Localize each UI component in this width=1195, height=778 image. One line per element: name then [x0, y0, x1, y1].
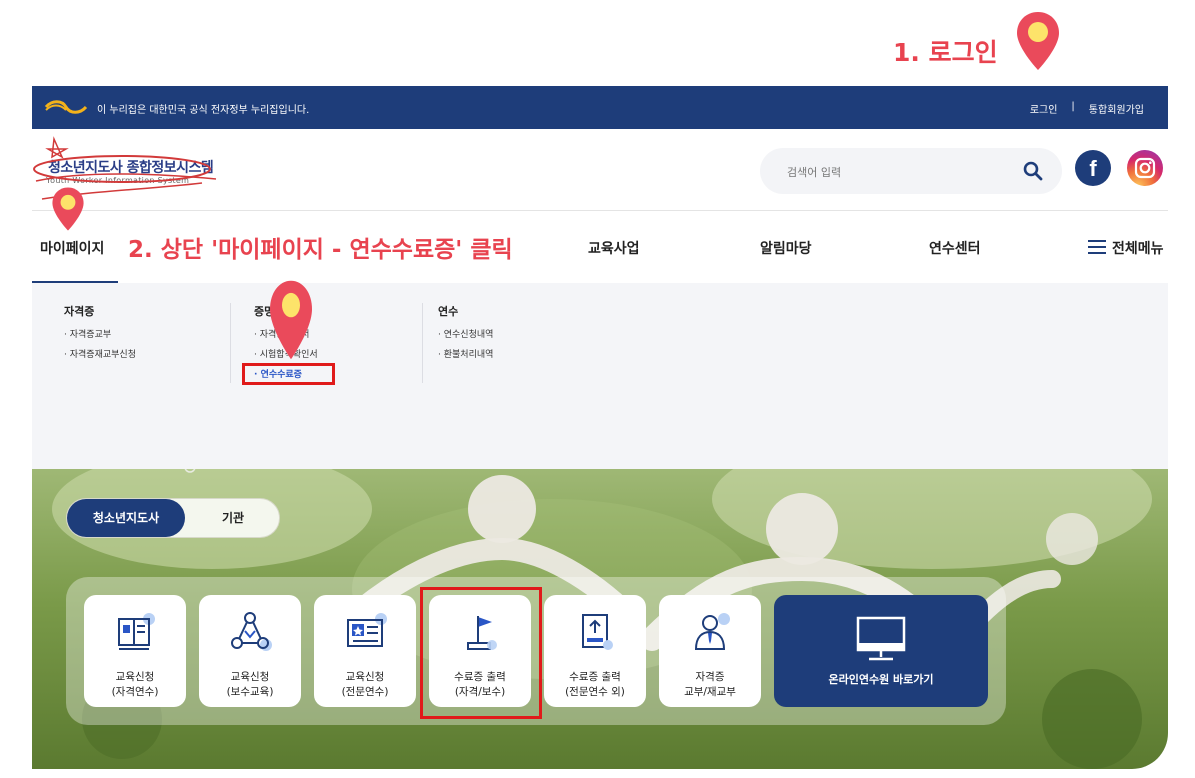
step-1-annotation: 1. 로그인 — [893, 38, 998, 67]
nav-item-training-center[interactable]: 연수센터 — [929, 238, 981, 258]
instagram-icon[interactable] — [1127, 150, 1163, 186]
step-2-annotation: 2. 상단 '마이페이지 - 연수수료증' 클릭 — [125, 230, 516, 264]
highlight-box — [242, 363, 335, 385]
quick-link-line2: 교부/재교부 — [684, 686, 736, 698]
quick-link-line2: (전문연수 외) — [565, 686, 625, 698]
online-training-center-button[interactable]: 온라인연수원 바로가기 — [774, 595, 988, 707]
dropdown-column-license: 자격증 · 자격증교부 · 자격증재교부신청 — [64, 303, 136, 367]
network-icon — [231, 612, 272, 651]
location-pin-icon — [270, 280, 312, 360]
upload-doc-icon — [582, 614, 613, 650]
person-tie-icon — [694, 613, 730, 650]
all-menu-label: 전체메뉴 — [1112, 241, 1164, 257]
location-pin-icon — [1017, 12, 1059, 70]
quick-link-line1: 수료증 출력 — [569, 671, 621, 683]
quick-link-qualification-training[interactable]: 교육신청 (자격연수) — [84, 595, 186, 707]
menu-item-training-history[interactable]: · 연수신청내역 — [438, 327, 493, 340]
quick-link-line1: 교육신청 — [345, 671, 385, 683]
online-training-center-label: 온라인연수원 바로가기 — [828, 673, 934, 686]
facebook-icon[interactable]: f — [1075, 150, 1111, 186]
dropdown-column-title: 자격증 — [64, 305, 95, 318]
quick-link-line2: (전문연수) — [341, 686, 389, 698]
government-notice: 이 누리집은 대한민국 공식 전자정부 누리집입니다. — [97, 105, 310, 116]
search-input[interactable]: 검색어 입력 — [787, 164, 841, 180]
dropdown-column-training: 연수 · 연수신청내역 · 환불처리내역 — [438, 303, 493, 367]
monitor-icon — [856, 616, 906, 661]
quick-link-line2: (자격연수) — [111, 686, 159, 698]
toggle-youth-worker[interactable]: 청소년지도사 — [67, 499, 185, 537]
egovernment-logo-icon — [44, 100, 88, 114]
hero-pager-indicator[interactable] — [68, 469, 198, 475]
all-menu-button[interactable]: 전체메뉴 — [1088, 238, 1164, 258]
menu-item-license-reissue[interactable]: · 자격증재교부신청 — [64, 347, 136, 360]
search-bar[interactable]: 검색어 입력 — [760, 148, 1062, 194]
hero-section: 청소년지도사 기관 교육신청 (자격연수) 교육신청 (보수교육) 교육신청 (… — [32, 469, 1168, 769]
quick-link-line2: (보수교육) — [226, 686, 274, 698]
quick-link-line1: 교육신청 — [230, 671, 270, 683]
nav-item-education[interactable]: 교육사업 — [588, 238, 640, 258]
column-divider — [422, 303, 423, 383]
dropdown-column-title: 연수 — [438, 305, 459, 318]
quick-link-license-issue[interactable]: 자격증 교부/재교부 — [659, 595, 761, 707]
login-link[interactable]: 로그인 — [1030, 101, 1058, 116]
quick-link-line1: 자격증 — [695, 671, 725, 683]
user-type-toggle[interactable]: 청소년지도사 기관 — [66, 498, 280, 538]
page: 1. 로그인 이 누리집은 대한민국 공식 전자정부 누리집입니다. 로그인 |… — [0, 0, 1195, 778]
quick-link-certificate-print-professional[interactable]: 수료증 출력 (전문연수 외) — [544, 595, 646, 707]
certificate-star-icon — [347, 613, 387, 647]
government-banner: 이 누리집은 대한민국 공식 전자정부 누리집입니다. 로그인 | 통합회원가입 — [32, 86, 1168, 129]
hamburger-icon — [1088, 240, 1106, 254]
quick-link-maintenance-training[interactable]: 교육신청 (보수교육) — [199, 595, 301, 707]
highlight-box — [420, 587, 542, 719]
column-divider — [230, 303, 231, 383]
menu-item-license-issue[interactable]: · 자격증교부 — [64, 327, 136, 340]
signup-link[interactable]: 통합회원가입 — [1089, 101, 1144, 116]
quick-link-professional-training[interactable]: 교육신청 (전문연수) — [314, 595, 416, 707]
search-icon[interactable] — [1023, 161, 1043, 181]
site-header: 청소년지도사 종합정보시스템 Youth Worker Information … — [32, 129, 1168, 211]
divider: | — [1071, 101, 1075, 112]
location-pin-icon — [52, 187, 84, 231]
book-icon — [118, 613, 155, 650]
menu-item-refund-history[interactable]: · 환불처리내역 — [438, 347, 493, 360]
mypage-dropdown-menu: 자격증 · 자격증교부 · 자격증재교부신청 증명서 · 자격증확인서 · 시험… — [32, 283, 1168, 469]
toggle-institution[interactable]: 기관 — [187, 499, 279, 537]
nav-item-mypage[interactable]: 마이페이지 — [40, 238, 104, 258]
quick-link-line1: 교육신청 — [115, 671, 155, 683]
nav-item-notice[interactable]: 알림마당 — [760, 238, 812, 258]
